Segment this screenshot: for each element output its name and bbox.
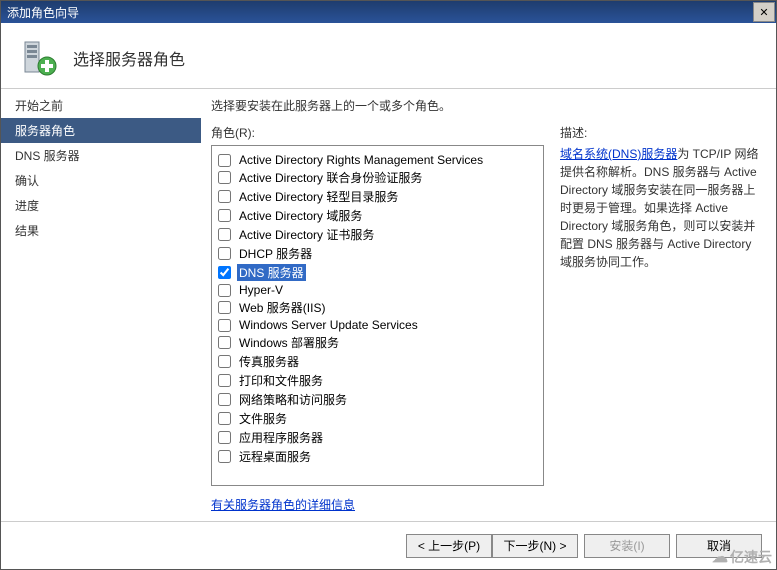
window-title: 添加角色向导 xyxy=(7,4,79,21)
help-link[interactable]: 有关服务器角色的详细信息 xyxy=(211,496,544,513)
close-icon: ✕ xyxy=(759,6,768,19)
page-title: 选择服务器角色 xyxy=(73,46,185,70)
nav-button-group: < 上一步(P) 下一步(N) > xyxy=(406,534,578,558)
role-checkbox-10[interactable] xyxy=(218,336,231,349)
role-label-9: Windows Server Update Services xyxy=(237,318,420,332)
role-checkbox-9[interactable] xyxy=(218,319,231,332)
roles-listbox[interactable]: Active Directory Rights Management Servi… xyxy=(211,145,544,486)
role-label-3: Active Directory 域服务 xyxy=(237,207,364,224)
role-checkbox-4[interactable] xyxy=(218,228,231,241)
install-button[interactable]: 安装(I) xyxy=(584,534,670,558)
role-row-10[interactable]: Windows 部署服务 xyxy=(218,333,537,352)
role-label-8: Web 服务器(IIS) xyxy=(237,299,327,316)
content: 选择要安装在此服务器上的一个或多个角色。 角色(R): Active Direc… xyxy=(201,89,776,521)
role-row-6[interactable]: DNS 服务器 xyxy=(218,263,537,282)
sidebar-item-3[interactable]: 确认 xyxy=(1,168,201,193)
sidebar-item-1[interactable]: 服务器角色 xyxy=(1,118,201,143)
instruction-text: 选择要安装在此服务器上的一个或多个角色。 xyxy=(211,97,760,114)
sidebar-item-0[interactable]: 开始之前 xyxy=(1,93,201,118)
role-label-4: Active Directory 证书服务 xyxy=(237,226,376,243)
prev-button[interactable]: < 上一步(P) xyxy=(406,534,492,558)
sidebar-item-5[interactable]: 结果 xyxy=(1,218,201,243)
description-body: 为 TCP/IP 网络提供名称解析。DNS 服务器与 Active Direct… xyxy=(560,147,758,269)
description-link[interactable]: 域名系统(DNS)服务器 xyxy=(560,147,677,161)
sidebar-item-4[interactable]: 进度 xyxy=(1,193,201,218)
role-label-0: Active Directory Rights Management Servi… xyxy=(237,153,485,167)
role-label-11: 传真服务器 xyxy=(237,353,301,370)
role-row-8[interactable]: Web 服务器(IIS) xyxy=(218,298,537,317)
role-row-11[interactable]: 传真服务器 xyxy=(218,352,537,371)
footer: < 上一步(P) 下一步(N) > 安装(I) 取消 ☁ 亿速云 xyxy=(1,521,776,569)
header: 选择服务器角色 xyxy=(1,23,776,89)
role-row-13[interactable]: 网络策略和访问服务 xyxy=(218,390,537,409)
role-label-15: 应用程序服务器 xyxy=(237,429,325,446)
role-row-9[interactable]: Windows Server Update Services xyxy=(218,317,537,333)
role-label-16: 远程桌面服务 xyxy=(237,448,313,465)
roles-label: 角色(R): xyxy=(211,124,544,141)
role-checkbox-0[interactable] xyxy=(218,154,231,167)
role-checkbox-13[interactable] xyxy=(218,393,231,406)
description-text: 域名系统(DNS)服务器为 TCP/IP 网络提供名称解析。DNS 服务器与 A… xyxy=(560,145,760,271)
role-row-0[interactable]: Active Directory Rights Management Servi… xyxy=(218,152,537,168)
role-row-5[interactable]: DHCP 服务器 xyxy=(218,244,537,263)
role-row-15[interactable]: 应用程序服务器 xyxy=(218,428,537,447)
role-label-2: Active Directory 轻型目录服务 xyxy=(237,188,400,205)
role-label-10: Windows 部署服务 xyxy=(237,334,341,351)
role-label-12: 打印和文件服务 xyxy=(237,372,325,389)
role-label-1: Active Directory 联合身份验证服务 xyxy=(237,169,424,186)
role-row-7[interactable]: Hyper-V xyxy=(218,282,537,298)
role-checkbox-6[interactable] xyxy=(218,266,231,279)
role-row-3[interactable]: Active Directory 域服务 xyxy=(218,206,537,225)
role-checkbox-1[interactable] xyxy=(218,171,231,184)
role-label-7: Hyper-V xyxy=(237,283,285,297)
role-checkbox-14[interactable] xyxy=(218,412,231,425)
sidebar-item-2[interactable]: DNS 服务器 xyxy=(1,143,201,168)
role-checkbox-16[interactable] xyxy=(218,450,231,463)
titlebar: 添加角色向导 ✕ xyxy=(1,1,776,23)
role-checkbox-3[interactable] xyxy=(218,209,231,222)
role-label-5: DHCP 服务器 xyxy=(237,245,314,262)
columns: 角色(R): Active Directory Rights Managemen… xyxy=(211,124,760,513)
wizard-window: 添加角色向导 ✕ 选择服务器角色 开始之前服务器角色DNS 服务器确认进度结果 … xyxy=(0,0,777,570)
role-checkbox-12[interactable] xyxy=(218,374,231,387)
role-label-13: 网络策略和访问服务 xyxy=(237,391,349,408)
role-checkbox-11[interactable] xyxy=(218,355,231,368)
role-checkbox-15[interactable] xyxy=(218,431,231,444)
close-button[interactable]: ✕ xyxy=(753,2,775,22)
role-checkbox-5[interactable] xyxy=(218,247,231,260)
role-checkbox-7[interactable] xyxy=(218,284,231,297)
description-title: 描述: xyxy=(560,124,760,141)
role-label-6: DNS 服务器 xyxy=(237,264,306,281)
server-role-icon xyxy=(19,38,59,78)
role-row-16[interactable]: 远程桌面服务 xyxy=(218,447,537,466)
role-row-14[interactable]: 文件服务 xyxy=(218,409,537,428)
role-label-14: 文件服务 xyxy=(237,410,289,427)
role-row-1[interactable]: Active Directory 联合身份验证服务 xyxy=(218,168,537,187)
role-row-2[interactable]: Active Directory 轻型目录服务 xyxy=(218,187,537,206)
role-checkbox-2[interactable] xyxy=(218,190,231,203)
role-checkbox-8[interactable] xyxy=(218,301,231,314)
description-column: 描述: 域名系统(DNS)服务器为 TCP/IP 网络提供名称解析。DNS 服务… xyxy=(560,124,760,513)
sidebar: 开始之前服务器角色DNS 服务器确认进度结果 xyxy=(1,89,201,521)
role-row-12[interactable]: 打印和文件服务 xyxy=(218,371,537,390)
next-button[interactable]: 下一步(N) > xyxy=(492,534,578,558)
roles-column: 角色(R): Active Directory Rights Managemen… xyxy=(211,124,544,513)
role-row-4[interactable]: Active Directory 证书服务 xyxy=(218,225,537,244)
body: 开始之前服务器角色DNS 服务器确认进度结果 选择要安装在此服务器上的一个或多个… xyxy=(1,89,776,521)
cancel-button[interactable]: 取消 xyxy=(676,534,762,558)
